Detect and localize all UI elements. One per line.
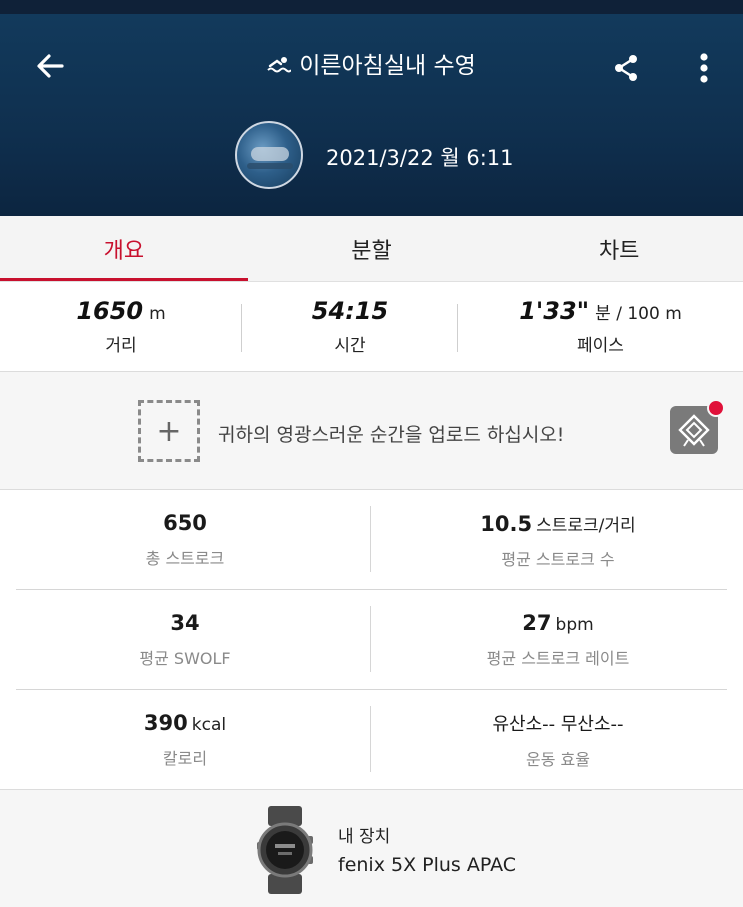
time-label: 시간 <box>334 336 366 356</box>
time-stat: 54:15 시간 <box>242 282 458 371</box>
avg-swolf-label: 평균 SWOLF <box>139 649 231 668</box>
time-value: 54:15 <box>311 297 389 325</box>
activity-header: 이른아침실내 수영 2021/3/22 월 6:11 <box>0 14 743 216</box>
notification-dot <box>707 399 725 417</box>
pace-value: 1'33" <box>519 297 590 325</box>
avg-swolf-stat: 34 평균 SWOLF <box>0 590 370 690</box>
calories-unit: kcal <box>191 715 227 735</box>
watch-icon <box>257 806 313 894</box>
badge-icon <box>678 414 710 447</box>
stats-row: 650 총 스트로크 10.5 스트로크/거리 평균 스트로크 수 <box>0 490 743 590</box>
distance-unit: m <box>149 304 166 324</box>
pace-label: 페이스 <box>577 336 624 356</box>
avg-stroke-rate-value: 27 <box>522 611 552 635</box>
total-strokes-label: 총 스트로크 <box>145 549 225 568</box>
avatar-photo-detail <box>247 163 293 169</box>
avg-strokes-unit: 스트로크/거리 <box>536 515 636 536</box>
total-strokes-stat: 650 총 스트로크 <box>0 490 370 590</box>
avg-strokes-label: 평균 스트로크 수 <box>501 549 615 569</box>
pace-unit: 분 / 100 m <box>595 304 682 324</box>
distance-label: 거리 <box>105 336 137 356</box>
avg-stroke-rate-stat: 27 bpm 평균 스트로크 레이트 <box>373 590 743 690</box>
more-vertical-icon <box>700 53 708 83</box>
distance-stat: 1650 m 거리 <box>0 282 242 371</box>
avg-swolf-value: 34 <box>170 611 200 635</box>
tab-overview[interactable]: 개요 <box>0 216 248 281</box>
summary-stats: 1650 m 거리 54:15 시간 1'33" 분 / 100 m 페이스 <box>0 282 743 372</box>
efficiency-value: 유산소-- 무산소-- <box>492 714 624 735</box>
upload-prompt[interactable]: 귀하의 영광스러운 순간을 업로드 하십시오! <box>218 420 564 447</box>
swim-icon <box>267 57 292 73</box>
divider <box>370 706 371 772</box>
avatar-photo <box>251 147 289 161</box>
plus-icon: + <box>156 413 182 449</box>
device-section[interactable]: 내 장치 fenix 5X Plus APAC <box>0 789 743 907</box>
divider <box>370 606 371 672</box>
tab-splits[interactable]: 분할 <box>248 216 496 281</box>
pace-stat: 1'33" 분 / 100 m 페이스 <box>458 282 743 371</box>
share-icon <box>615 55 637 81</box>
activity-title: 이른아침실내 수영 <box>299 53 476 79</box>
share-button[interactable] <box>606 48 646 88</box>
tab-charts[interactable]: 차트 <box>495 216 743 281</box>
stats-row: 34 평균 SWOLF 27 bpm 평균 스트로크 레이트 <box>0 590 743 690</box>
avg-stroke-rate-unit: bpm <box>555 615 594 635</box>
stats-row: 390 kcal 칼로리 유산소-- 무산소-- 운동 효율 <box>0 690 743 790</box>
calories-value: 390 <box>143 711 188 735</box>
calories-stat: 390 kcal 칼로리 <box>0 690 370 790</box>
device-name: fenix 5X Plus APAC <box>338 854 517 876</box>
avatar[interactable] <box>235 121 303 189</box>
total-strokes-value: 650 <box>163 511 207 535</box>
status-bar <box>0 0 743 14</box>
efficiency-stat: 유산소-- 무산소-- 운동 효율 <box>373 690 743 790</box>
add-photo-button[interactable]: + <box>138 400 200 462</box>
avg-strokes-stat: 10.5 스트로크/거리 평균 스트로크 수 <box>373 490 743 590</box>
avg-stroke-rate-label: 평균 스트로크 레이트 <box>486 649 630 668</box>
divider <box>370 506 371 572</box>
activity-datetime: 2021/3/22 월 6:11 <box>326 146 514 170</box>
distance-value: 1650 <box>76 297 144 325</box>
tab-bar: 개요 분할 차트 <box>0 216 743 282</box>
more-options-button[interactable] <box>684 48 724 88</box>
device-label: 내 장치 <box>338 827 391 847</box>
stats-grid: 650 총 스트로크 10.5 스트로크/거리 평균 스트로크 수 34 평균 S… <box>0 490 743 790</box>
avg-strokes-value: 10.5 <box>480 511 533 536</box>
calories-label: 칼로리 <box>162 749 208 768</box>
photo-upload-banner: + 귀하의 영광스러운 순간을 업로드 하십시오! <box>0 372 743 490</box>
efficiency-label: 운동 효율 <box>526 750 590 769</box>
